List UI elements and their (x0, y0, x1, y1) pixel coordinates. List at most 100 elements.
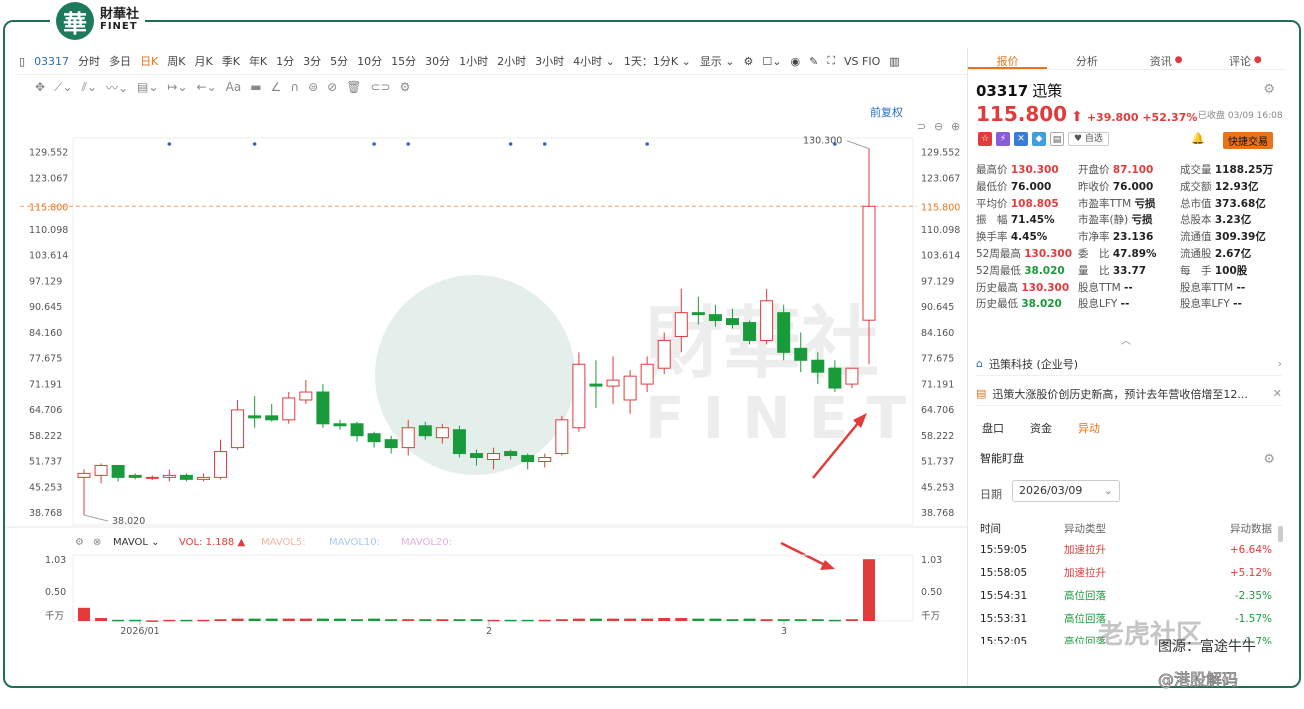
magnet-icon[interactable]: ∩ (290, 80, 299, 94)
company-link[interactable]: ⌂ 迅策科技 (企业号) › (976, 352, 1282, 376)
vs-fio-tools[interactable]: VS FIO (844, 55, 880, 68)
period-tab[interactable]: 1分 (276, 53, 294, 69)
quote-label: 开盘价 (1078, 164, 1113, 176)
period-tab[interactable]: 3小时 (535, 53, 564, 69)
event-value: +6.64% (1229, 543, 1272, 556)
eye-icon[interactable]: ⊜ (308, 80, 318, 94)
legend-mavol10: MAVOL10: (329, 537, 380, 548)
period-tab[interactable]: 1天：1分K ⌄ (624, 53, 691, 69)
period-tab[interactable]: 10分 (357, 53, 382, 69)
quote-cell: 历史最低 38.020 (976, 296, 1078, 313)
event-time: 15:59:05 (980, 543, 1028, 556)
volume-bar (794, 619, 807, 621)
period-tab[interactable]: 15分 (391, 53, 416, 69)
line-tool-icon[interactable]: ⟋⌄ (54, 80, 72, 95)
y-tick-left: 123.067 (29, 173, 68, 184)
quote-label: 总市值 (1180, 197, 1215, 210)
panel-tab[interactable]: 报价 (968, 48, 1048, 69)
cross-badge-icon[interactable]: ✕ (1014, 132, 1028, 146)
panel-tab[interactable]: 资讯 ● (1127, 48, 1206, 69)
monitor-settings-icon[interactable]: ⚙ (1263, 452, 1275, 467)
panel-settings-icon[interactable]: ⚙ (1263, 82, 1275, 97)
zoom-control-icon[interactable]: ⊖ (934, 120, 943, 133)
volume-bar (163, 619, 176, 622)
candle-body (452, 429, 466, 455)
settings-icon[interactable]: ⚙ (744, 55, 754, 68)
y-tick-left: 84.160 (29, 328, 62, 339)
text-tool-icon[interactable]: Aa (226, 80, 242, 94)
y-tick-right: 90.645 (921, 302, 954, 313)
draw-settings-icon[interactable]: ⚙ (400, 80, 411, 94)
zoom-control-icon[interactable]: ⊕ (951, 120, 960, 133)
zoom-control-icon[interactable]: ⊃ (917, 120, 926, 133)
link-icon[interactable]: ⊂⊃ (370, 80, 390, 94)
volume-bar (282, 618, 295, 621)
period-tab[interactable]: 分时 (78, 53, 100, 69)
quote-value: -- (1233, 298, 1242, 311)
channel-tool-icon[interactable]: ⫽⌄ (82, 80, 97, 95)
candle-body (214, 451, 228, 478)
quote-label: 每 手 (1180, 264, 1215, 277)
sub-tab[interactable]: 异动 (1078, 420, 1100, 436)
note-tool-icon[interactable]: ▬ (250, 80, 261, 94)
fib-tool-icon[interactable]: ▤⌄ (137, 80, 158, 94)
panel-tab[interactable]: 分析 (1047, 48, 1126, 69)
panel-tab[interactable]: 评论 ● (1206, 48, 1285, 69)
quote-cell: 市盈率(静) 亏损 (1078, 212, 1180, 229)
period-tab[interactable]: 显示 ⌄ (700, 53, 735, 69)
period-tab[interactable]: 多日 (109, 53, 131, 69)
close-icon[interactable]: ✕ (1267, 387, 1282, 400)
crosshair-icon[interactable]: ✥ (35, 80, 45, 94)
period-tab[interactable]: 2小时 (497, 53, 526, 69)
quote-cell: 股息率LFY -- (1180, 296, 1282, 313)
measure-tool-icon[interactable]: ↦⌄ (167, 80, 187, 94)
quote-value: 130.300 (1010, 164, 1059, 176)
quote-value: 23.136 (1112, 231, 1154, 244)
angle-tool-icon[interactable]: ∠ (271, 80, 282, 94)
candlestick-chart[interactable]: 財華社FINET129.552 129.552123.067 123.067115.… (5, 100, 967, 640)
period-tab[interactable]: 日K (140, 53, 158, 69)
panel-toggle-icon[interactable]: ▥ (889, 55, 899, 68)
quote-cell: 52周最高 130.300 (976, 246, 1078, 263)
period-tab[interactable]: 年K (249, 53, 267, 69)
period-tab[interactable]: 季K (222, 53, 240, 69)
y-tick-right: 110.098 (921, 225, 960, 236)
news-banner[interactable]: ▤ 迅策大涨股价创历史新高，预计去年营收倍增至12... ✕ (976, 382, 1282, 406)
date-select[interactable]: 2026/03/09 ⌄ (1012, 480, 1120, 502)
table-row[interactable]: 15:54:31 高位回落 -2.35% (980, 584, 1272, 607)
sub-tab[interactable]: 资金 (1030, 420, 1052, 436)
doc-badge-icon[interactable]: ▤ (1050, 132, 1064, 146)
pen-icon[interactable]: ✎ (809, 55, 818, 68)
table-row[interactable]: 15:59:05 加速拉升 +6.64% (980, 538, 1272, 561)
box-icon[interactable]: ☐⌄ (762, 55, 781, 68)
period-tab[interactable]: 周K (167, 53, 185, 69)
quick-trade-button[interactable]: 快捷交易 (1223, 132, 1273, 149)
arrow-tool-icon[interactable]: ←⌄ (197, 80, 217, 94)
quote-label: 流通股 (1180, 247, 1215, 260)
trash-icon[interactable]: 🗑 (346, 80, 361, 94)
bell-icon[interactable]: 🔔 (1191, 132, 1205, 145)
layout-icon[interactable]: ▯ (19, 55, 25, 68)
wave-tool-icon[interactable]: 〰⌄ (106, 79, 128, 96)
fullscreen-icon[interactable]: ⛶ (827, 54, 835, 68)
flash-badge-icon[interactable]: ⚡ (996, 132, 1010, 146)
hk-badge-icon[interactable]: ☆ (978, 132, 992, 146)
scrollbar[interactable] (1278, 526, 1283, 542)
panel-stock-code: 03317 (976, 82, 1029, 100)
table-row[interactable]: 15:58:05 加速拉升 +5.12% (980, 561, 1272, 584)
period-tab[interactable]: 1小时 (459, 53, 488, 69)
add-watchlist-button[interactable]: ♥ 自选 (1068, 132, 1109, 146)
sub-tab[interactable]: 盘口 (982, 420, 1004, 436)
period-tab[interactable]: 5分 (330, 53, 348, 69)
hide-icon[interactable]: ⊘ (327, 80, 337, 94)
period-tab[interactable]: 30分 (425, 53, 450, 69)
camera-icon[interactable]: ◉ (790, 55, 800, 68)
tag-badge-icon[interactable]: ◆ (1032, 132, 1046, 146)
period-tab[interactable]: 4小时 ⌄ (573, 53, 615, 69)
quote-label: 市盈率(静) (1078, 214, 1132, 227)
period-tab[interactable]: 月K (195, 53, 213, 69)
collapse-chevron-icon[interactable]: ︿ (1121, 332, 1131, 347)
vol-tick-left: 1.03 (45, 555, 66, 566)
period-tab[interactable]: 3分 (303, 53, 321, 69)
candle-body (316, 391, 330, 425)
